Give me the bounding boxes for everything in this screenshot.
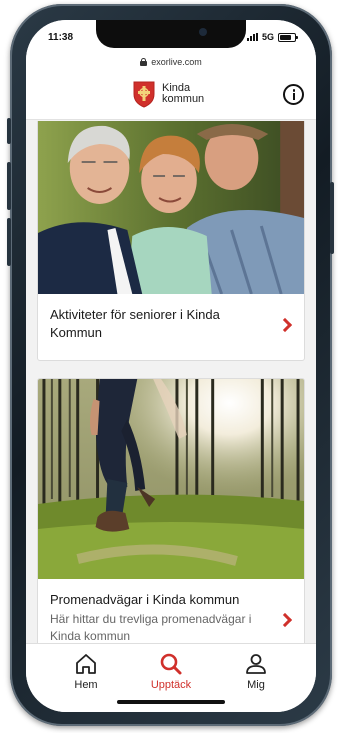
brand-logo[interactable]: Kinda kommun <box>132 80 204 108</box>
brand-line-2: kommun <box>162 93 205 105</box>
walking-paths-card[interactable]: Promenadvägar i Kinda kommun Här hittar … <box>37 378 305 663</box>
user-icon <box>246 654 266 674</box>
tab-me-label: Mig <box>247 679 265 691</box>
forest-walk-photo <box>38 379 304 579</box>
status-bar: 11:38 5G <box>26 20 316 54</box>
app-header: Kinda kommun <box>26 70 316 120</box>
volume-down-button <box>7 218 11 266</box>
status-time: 11:38 <box>48 32 74 43</box>
info-icon[interactable] <box>283 84 304 105</box>
walking-paths-card-description: Här hittar du trevliga promenadvägar i K… <box>50 612 252 643</box>
walking-paths-card-title: Promenadvägar i Kinda kommun <box>50 592 240 607</box>
notch <box>96 20 246 48</box>
signal-icon <box>246 33 258 41</box>
lock-icon <box>140 58 148 66</box>
content-feed[interactable]: Aktiviteter för seniorer i Kinda Kommun <box>26 121 316 663</box>
kinda-crest-icon <box>133 81 155 108</box>
activity-card-title: Aktiviteter för seniorer i Kinda Kommun <box>50 307 220 340</box>
battery-icon <box>278 32 298 42</box>
power-button <box>330 182 334 254</box>
activity-card-body: Aktiviteter för seniorer i Kinda Kommun <box>38 294 304 354</box>
tab-me[interactable]: Mig <box>216 652 296 691</box>
brand-name: Kinda kommun <box>162 83 204 105</box>
home-icon <box>76 654 96 674</box>
tab-home-label: Hem <box>74 679 98 691</box>
chevron-right-icon[interactable] <box>277 317 293 333</box>
status-indicators: 5G <box>246 32 298 42</box>
bottom-tab-bar: Hem Upptäck Mig <box>26 643 316 712</box>
mute-switch <box>7 118 11 144</box>
browser-url-bar[interactable]: exorlive.com <box>26 54 316 70</box>
front-camera <box>199 28 207 36</box>
home-indicator[interactable] <box>117 700 225 704</box>
seniors-photo <box>38 121 304 294</box>
tab-home[interactable]: Hem <box>46 652 126 691</box>
chevron-right-icon[interactable] <box>277 612 293 628</box>
search-icon <box>160 653 182 675</box>
volume-up-button <box>7 162 11 210</box>
tab-discover[interactable]: Upptäck <box>131 652 211 691</box>
activity-card[interactable]: Aktiviteter för seniorer i Kinda Kommun <box>37 121 305 361</box>
network-type: 5G <box>261 32 274 42</box>
url-text: exorlive.com <box>151 57 202 67</box>
tab-discover-label: Upptäck <box>150 679 192 691</box>
phone-screen: 11:38 5G exorlive.com Kinda kommun Aktiv… <box>26 20 316 712</box>
